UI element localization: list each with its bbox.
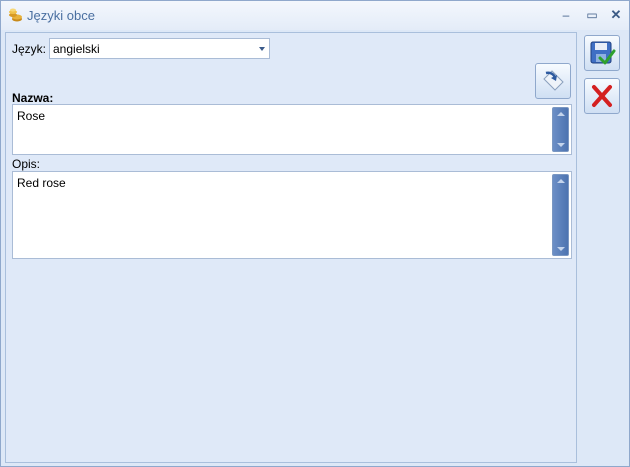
- name-textarea[interactable]: Rose: [12, 104, 572, 155]
- window-title: Języki obce: [27, 8, 95, 23]
- description-textarea[interactable]: Red rose: [12, 171, 572, 259]
- cancel-button[interactable]: [584, 78, 620, 114]
- chevron-down-icon[interactable]: [259, 47, 265, 51]
- name-scrollbar[interactable]: [552, 107, 569, 152]
- language-label: Język:: [12, 42, 47, 56]
- title-bar[interactable]: Języki obce ‒ ▭ ✕: [1, 1, 629, 30]
- language-select-value: angielski: [53, 42, 100, 56]
- name-value: Rose: [17, 109, 46, 123]
- description-scrollbar[interactable]: [552, 174, 569, 256]
- minimize-button[interactable]: ‒: [557, 6, 575, 24]
- copy-arrow-icon: [543, 70, 564, 91]
- coins-icon: [7, 7, 23, 23]
- maximize-button[interactable]: ▭: [583, 6, 601, 24]
- description-value: Red rose: [17, 176, 66, 190]
- save-icon: [590, 41, 616, 65]
- copy-translation-button[interactable]: [535, 63, 571, 99]
- scroll-down-icon[interactable]: [557, 143, 565, 147]
- scroll-up-icon[interactable]: [557, 179, 565, 183]
- form-panel: Język: angielski Nazwa: Rose Opis: Red r…: [5, 32, 577, 463]
- description-label: Opis:: [12, 157, 41, 171]
- scroll-up-icon[interactable]: [557, 112, 565, 116]
- language-window: Języki obce ‒ ▭ ✕ Język: angielski Nazwa…: [0, 0, 630, 467]
- save-button[interactable]: [584, 35, 620, 71]
- close-button[interactable]: ✕: [607, 6, 625, 24]
- language-select[interactable]: angielski: [49, 38, 270, 59]
- cancel-icon: [592, 85, 612, 107]
- scroll-down-icon[interactable]: [557, 247, 565, 251]
- name-label: Nazwa:: [12, 91, 54, 105]
